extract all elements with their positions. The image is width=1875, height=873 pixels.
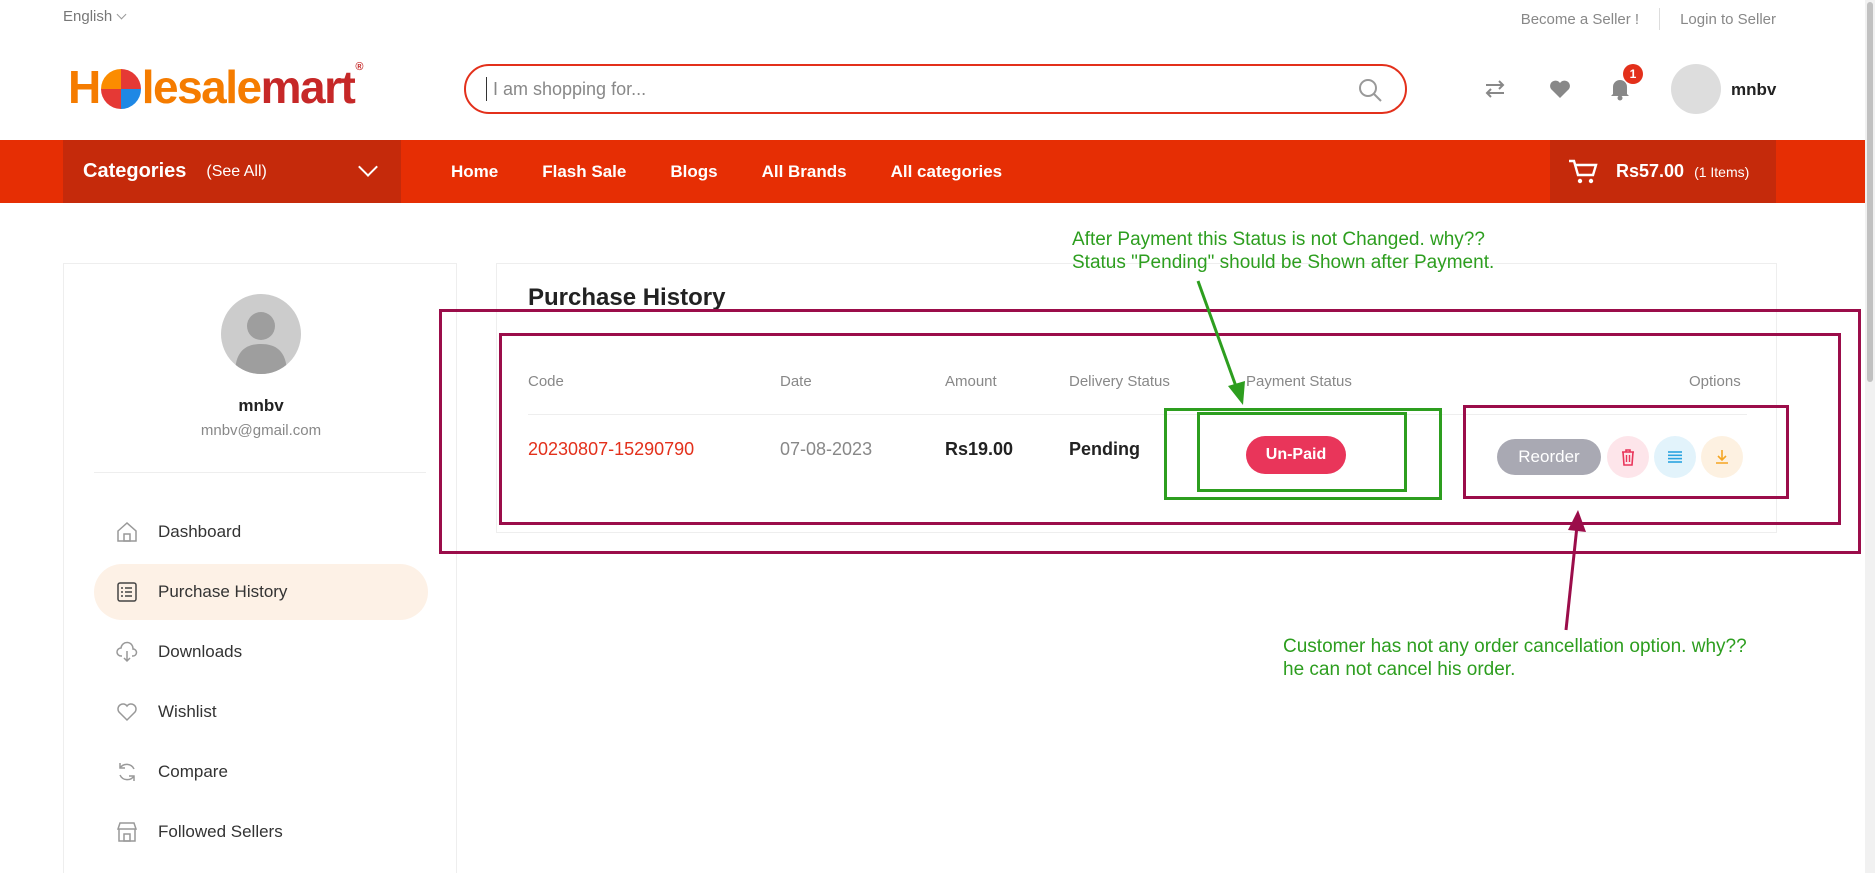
nav-home[interactable]: Home <box>451 162 498 182</box>
annotation-text: After Payment this Status is not Changed… <box>1072 229 1485 250</box>
sidebar-item-label: Dashboard <box>158 522 242 541</box>
sidebar-item-label: Followed Sellers <box>158 822 283 841</box>
sidebar-item-label: Purchase History <box>158 582 288 601</box>
search-icon[interactable] <box>1357 77 1383 103</box>
sidebar-item-followed-sellers[interactable]: Followed Sellers <box>94 804 428 860</box>
main-nav: Categories (See All) Home Flash Sale Blo… <box>0 140 1875 203</box>
see-all-label: (See All) <box>206 162 267 180</box>
cart-item-count: (1 Items) <box>1694 163 1750 180</box>
sidebar-item-downloads[interactable]: Downloads <box>94 624 428 680</box>
wishlist-heart-icon[interactable] <box>1545 74 1575 104</box>
sidebar-item-label: Downloads <box>158 642 243 661</box>
logo-text-lesale: lesale <box>141 61 262 113</box>
profile-email: mnbv@gmail.com <box>200 422 322 439</box>
cart-icon <box>1569 159 1598 183</box>
annotation-text: Status "Pending" should be Shown after P… <box>1072 252 1495 273</box>
user-silhouette-icon <box>235 312 287 374</box>
avatar[interactable] <box>1671 64 1721 114</box>
profile-avatar <box>221 294 301 374</box>
notification-badge: 1 <box>1623 64 1643 84</box>
logo-text-mart: mart <box>260 61 356 113</box>
sidebar-item-wishlist[interactable]: Wishlist <box>94 684 428 740</box>
chevron-down-icon <box>358 157 378 177</box>
header-username[interactable]: mnbv <box>1731 80 1776 100</box>
sidebar-item-compare[interactable]: Compare <box>94 744 428 800</box>
refresh-icon <box>116 761 138 783</box>
cart-amount: Rs57.00 <box>1616 161 1685 181</box>
account-sidebar: mnbv mnbv@gmail.com Dashboard Purchase H… <box>63 263 457 873</box>
annotation-note-cancel: Customer has not any order cancellation … <box>1283 635 1747 681</box>
divider <box>94 472 426 473</box>
annotation-box-payment-inner <box>1197 412 1407 492</box>
store-icon <box>116 821 138 843</box>
sidebar-item-purchase-history[interactable]: Purchase History <box>94 564 428 620</box>
divider <box>1659 8 1661 30</box>
annotation-box-options <box>1463 405 1789 499</box>
language-label: English <box>63 8 113 25</box>
search-bar <box>464 64 1407 114</box>
search-input[interactable] <box>486 77 1336 101</box>
page-scrollbar[interactable] <box>1865 0 1875 873</box>
cart-button[interactable]: Rs57.00 (1 Items) <box>1550 140 1776 203</box>
page-title: Purchase History <box>528 284 726 311</box>
cloud-download-icon <box>116 641 138 663</box>
nav-all-brands[interactable]: All Brands <box>762 162 847 182</box>
list-icon <box>116 581 138 603</box>
heart-icon <box>116 701 138 723</box>
scrollbar-thumb[interactable] <box>1867 2 1873 382</box>
login-seller-link[interactable]: Login to Seller <box>1680 11 1776 28</box>
top-bar: English Become a Seller ! Login to Selle… <box>0 0 1875 34</box>
site-logo[interactable]: H lesale mart ® <box>68 60 363 114</box>
compare-icon[interactable] <box>1480 74 1510 104</box>
globe-icon <box>100 69 141 109</box>
nav-flash-sale[interactable]: Flash Sale <box>542 162 626 182</box>
become-seller-link[interactable]: Become a Seller ! <box>1521 11 1639 28</box>
home-icon <box>116 521 138 543</box>
sidebar-item-label: Wishlist <box>158 702 217 721</box>
logo-text-h: H <box>68 61 101 113</box>
annotation-note-payment: After Payment this Status is not Changed… <box>1072 228 1494 274</box>
nav-blogs[interactable]: Blogs <box>670 162 717 182</box>
nav-all-categories[interactable]: All categories <box>891 162 1003 182</box>
annotation-text: Customer has not any order cancellation … <box>1283 636 1747 657</box>
chevron-down-icon <box>116 9 127 20</box>
categories-dropdown[interactable]: Categories (See All) <box>63 140 401 203</box>
annotation-text: he can not cancel his order. <box>1283 659 1516 680</box>
language-selector[interactable]: English <box>63 8 127 25</box>
registered-mark: ® <box>355 61 363 73</box>
categories-label: Categories <box>83 160 187 182</box>
sidebar-item-label: Compare <box>158 762 228 781</box>
profile-name: mnbv <box>238 396 284 415</box>
sidebar-item-dashboard[interactable]: Dashboard <box>94 504 428 560</box>
notification-bell-icon[interactable]: 1 <box>1605 64 1643 104</box>
